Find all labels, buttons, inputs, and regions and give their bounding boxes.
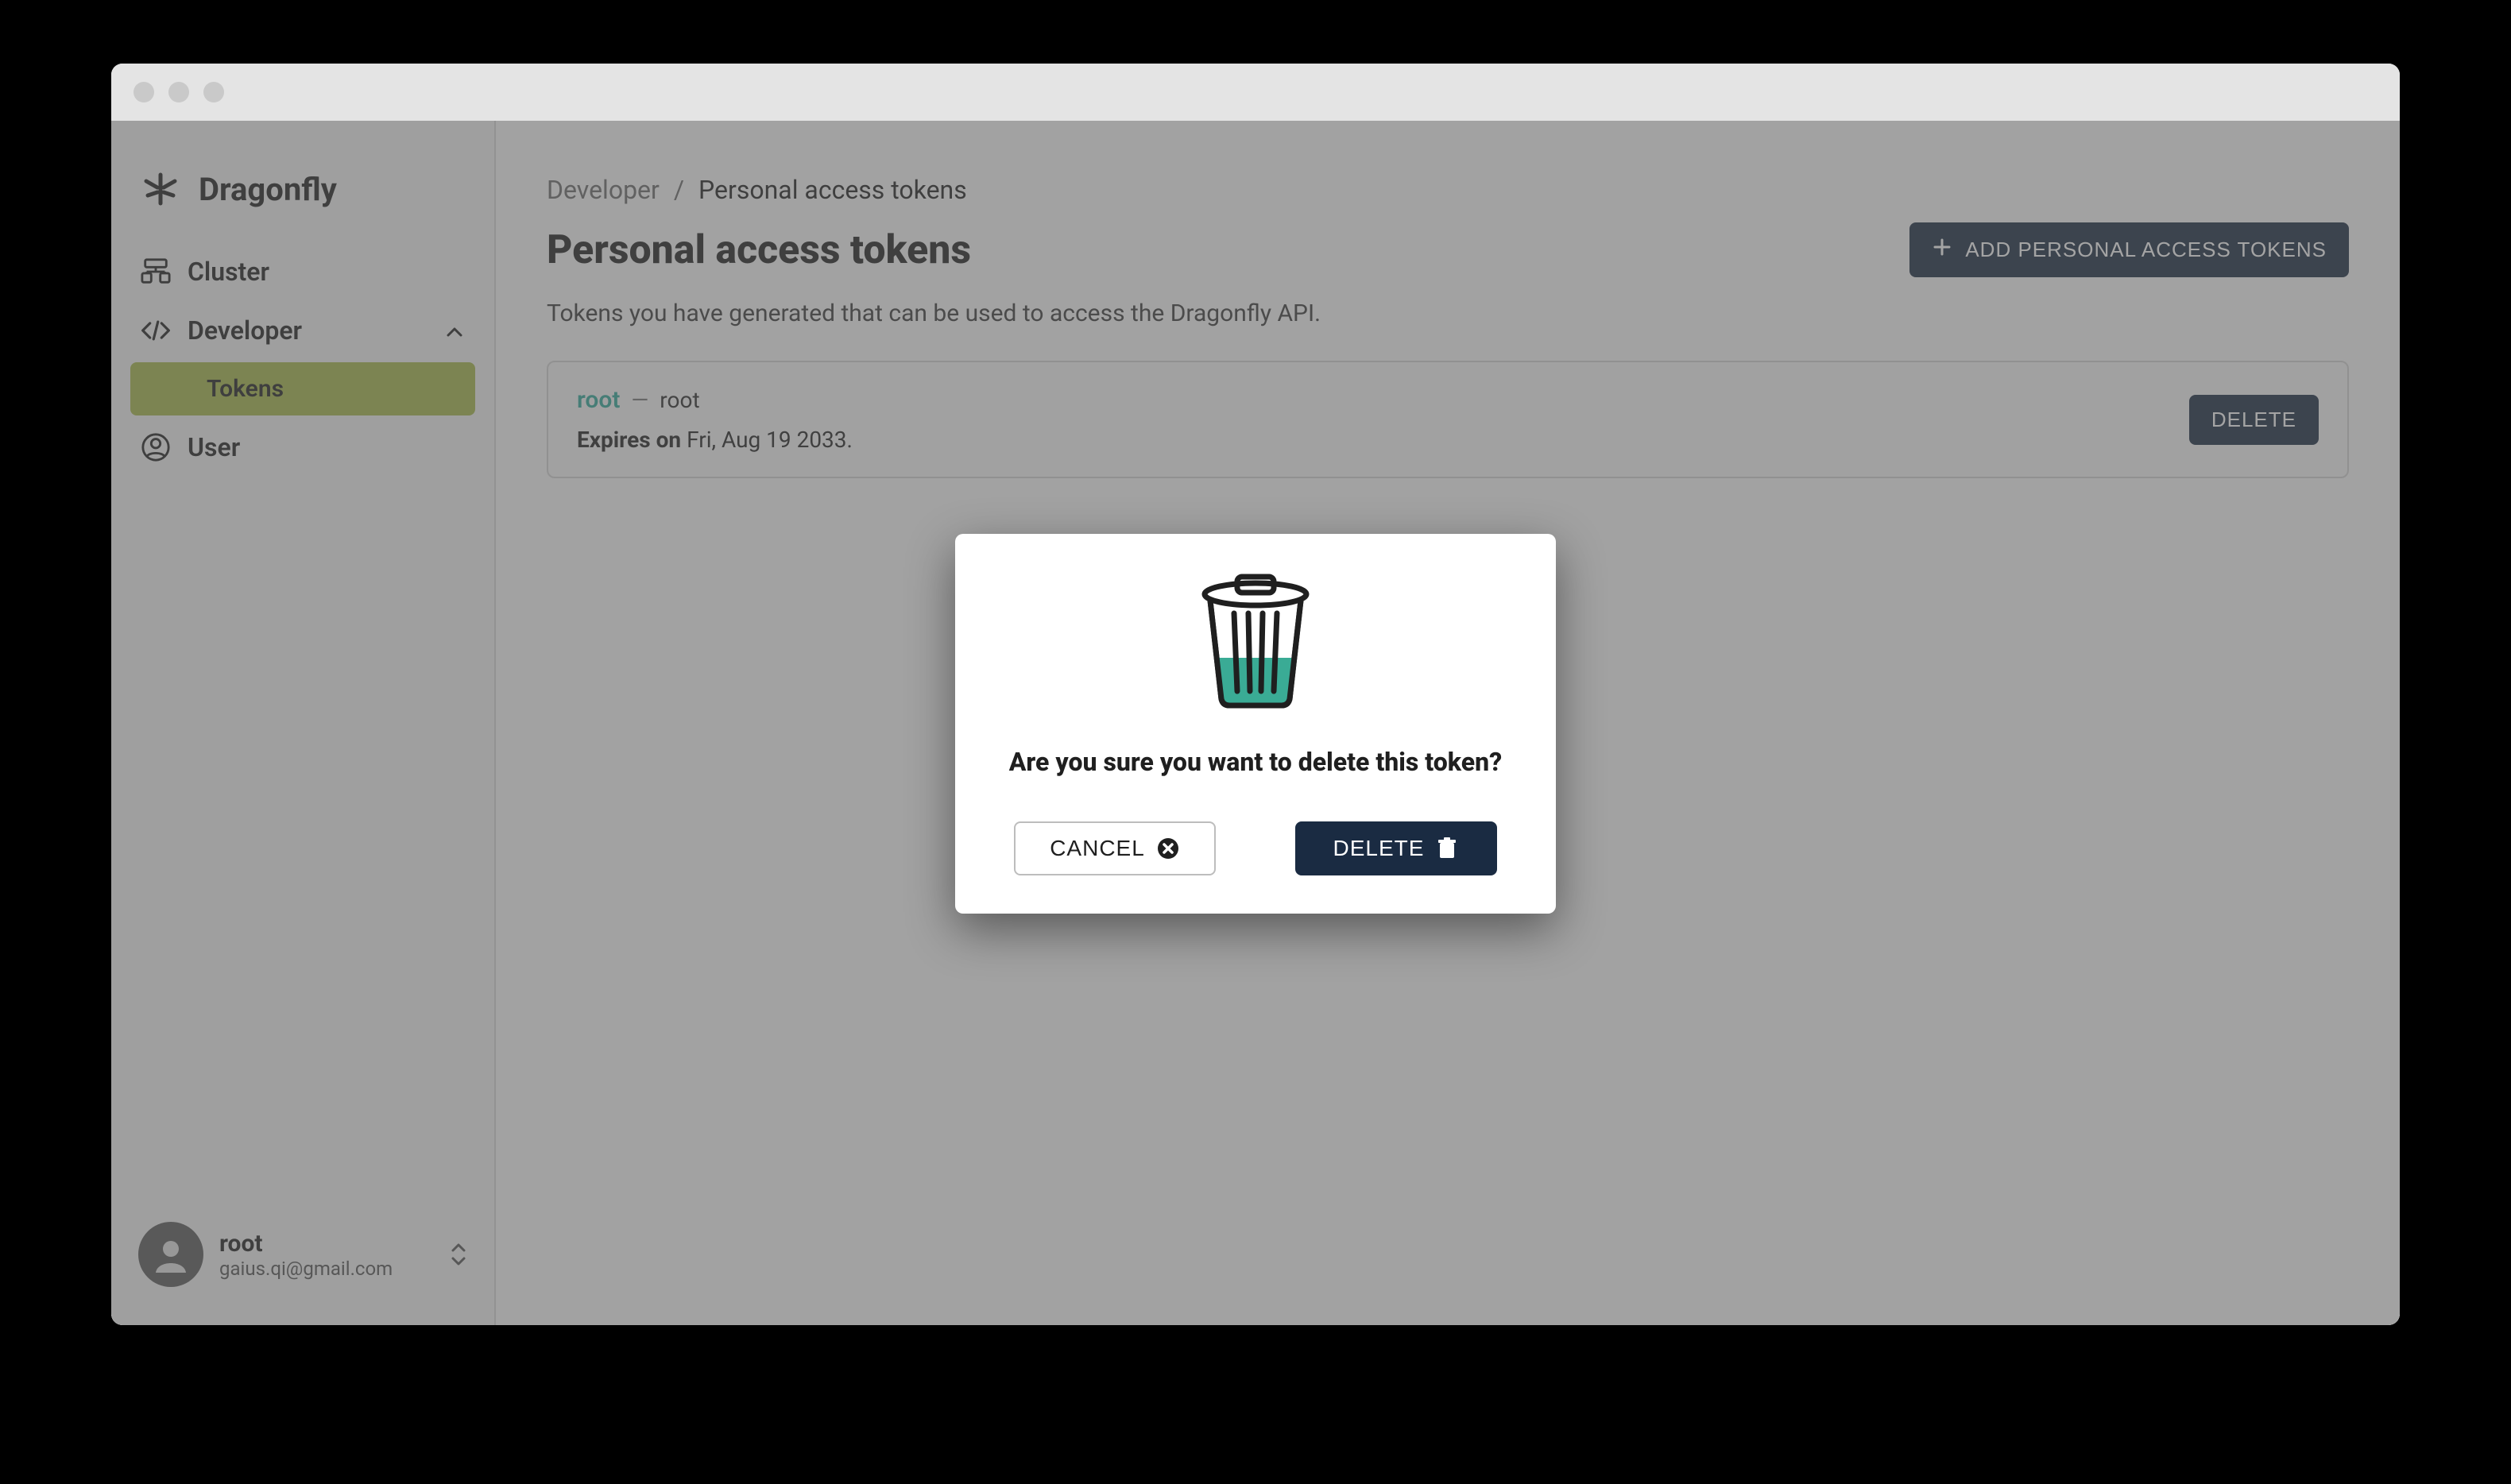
modal-overlay[interactable]: Are you sure you want to delete this tok… xyxy=(111,121,2400,1325)
window-close-button[interactable] xyxy=(133,82,154,102)
cancel-button[interactable]: CANCEL xyxy=(1014,821,1216,875)
modal-title: Are you sure you want to delete this tok… xyxy=(1009,747,1503,777)
trash-icon xyxy=(1196,572,1315,712)
confirm-delete-button-label: DELETE xyxy=(1333,836,1425,861)
app-window: Dragonfly Clu xyxy=(111,64,2400,1325)
delete-confirm-modal: Are you sure you want to delete this tok… xyxy=(955,534,1556,914)
cancel-circle-icon xyxy=(1156,837,1180,860)
modal-actions: CANCEL DELETE xyxy=(987,821,1524,875)
app-body: Dragonfly Clu xyxy=(111,121,2400,1325)
confirm-delete-button[interactable]: DELETE xyxy=(1295,821,1497,875)
window-titlebar xyxy=(111,64,2400,121)
trash-small-icon xyxy=(1435,837,1459,860)
window-minimize-button[interactable] xyxy=(168,82,189,102)
cancel-button-label: CANCEL xyxy=(1050,836,1145,861)
window-maximize-button[interactable] xyxy=(203,82,224,102)
